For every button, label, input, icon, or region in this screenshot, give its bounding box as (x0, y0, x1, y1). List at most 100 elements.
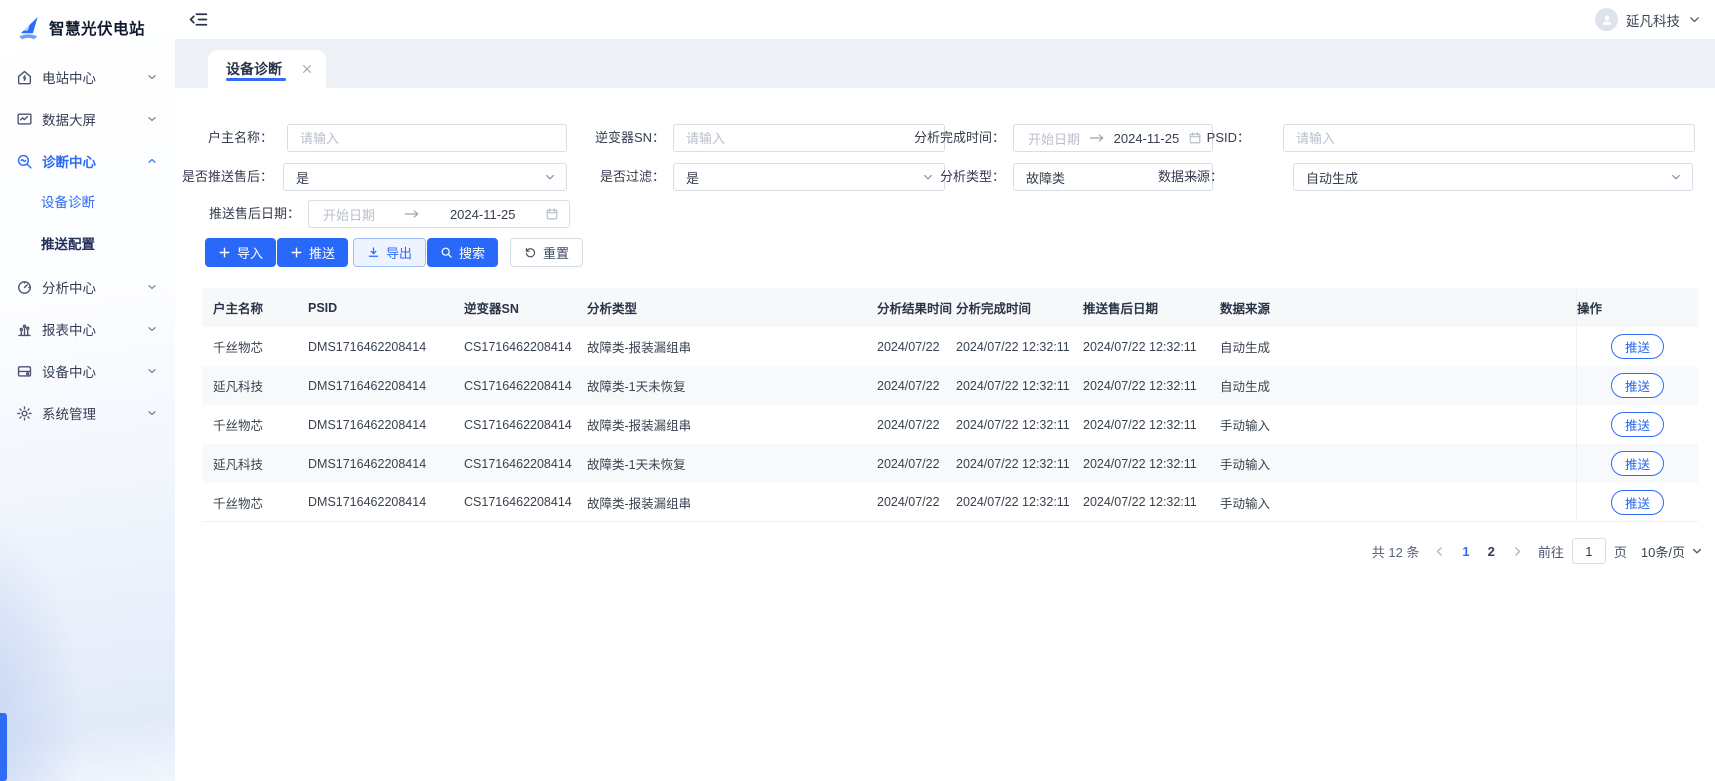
diagnosis-table: 户主名称 PSID 逆变器SN 分析类型 分析结果时间 分析完成时间 推送售后日… (202, 288, 1698, 522)
export-label: 导出 (386, 243, 412, 262)
cell-owner: 延凡科技 (202, 444, 308, 483)
push-aftersales-select[interactable]: 是 (283, 163, 567, 191)
sidebar-item-label: 报表中心 (42, 319, 96, 339)
prev-page-icon[interactable] (1433, 545, 1446, 558)
page-number-1[interactable]: 1 (1460, 544, 1471, 559)
tab-active-underline (226, 78, 286, 81)
inverter-sn-label: 逆变器SN： (555, 124, 665, 152)
sidebar-scrollbar[interactable] (0, 713, 7, 781)
sidebar-item-label: 分析中心 (42, 277, 96, 297)
sidebar: 智慧光伏电站 电站中心 数据大屏 (0, 0, 175, 781)
cell-result-time: 2024/07/22 (877, 405, 956, 444)
sidebar-nav: 电站中心 数据大屏 诊断中心 (0, 43, 175, 434)
cell-owner: 延凡科技 (202, 366, 308, 405)
sidebar-subitem-device-diagnosis[interactable]: 设备诊断 (0, 182, 175, 224)
tab-strip: 设备诊断 (175, 39, 1715, 88)
chevron-down-icon (1688, 13, 1701, 26)
search-label: 搜索 (459, 243, 485, 262)
import-button[interactable]: 导入 (205, 238, 276, 267)
push-button[interactable]: 推送 (277, 238, 348, 267)
sidebar-item-data-screen[interactable]: 数据大屏 (0, 98, 175, 140)
export-button[interactable]: 导出 (353, 238, 426, 267)
row-push-button[interactable]: 推送 (1611, 373, 1664, 398)
cell-source: 手动输入 (1220, 444, 1576, 483)
table-row: 千丝物芯 DMS1716462208414 CS1716462208414 故障… (202, 483, 1698, 522)
push-date-label: 推送售后日期： (193, 200, 300, 228)
brand-title: 智慧光伏电站 (49, 17, 145, 39)
psid-input[interactable] (1284, 125, 1694, 151)
table-row: 千丝物芯 DMS1716462208414 CS1716462208414 故障… (202, 327, 1698, 366)
range-arrow-icon (404, 208, 420, 220)
cell-result-time: 2024/07/22 (877, 483, 956, 522)
psid-label: PSID： (1160, 124, 1250, 152)
reset-icon (524, 246, 537, 259)
screen-icon (16, 111, 33, 128)
tab-device-diagnosis[interactable]: 设备诊断 (208, 50, 326, 88)
collapse-menu-icon[interactable] (188, 9, 209, 30)
page-number-2[interactable]: 2 (1486, 544, 1497, 559)
cell-owner: 千丝物芯 (202, 405, 308, 444)
page-size-value: 10条/页 (1641, 542, 1685, 561)
goto-page-input[interactable] (1572, 538, 1606, 564)
owner-name-field (287, 124, 567, 152)
cell-complete-time: 2024/07/22 12:32:11 (956, 483, 1083, 522)
reset-button[interactable]: 重置 (510, 238, 583, 267)
cell-push-date: 2024/07/22 12:32:11 (1083, 405, 1220, 444)
sidebar-item-device-center[interactable]: 设备中心 (0, 350, 175, 392)
sidebar-item-report-center[interactable]: 报表中心 (0, 308, 175, 350)
tab-label: 设备诊断 (226, 59, 282, 79)
chevron-down-icon (1691, 545, 1703, 557)
cell-push-date: 2024/07/22 12:32:11 (1083, 444, 1220, 483)
close-icon[interactable] (301, 63, 313, 75)
cell-result-time: 2024/07/22 (877, 366, 956, 405)
row-push-button[interactable]: 推送 (1611, 334, 1664, 359)
sidebar-item-station-center[interactable]: 电站中心 (0, 56, 175, 98)
row-push-button[interactable]: 推送 (1611, 412, 1664, 437)
cell-push-date: 2024/07/22 12:32:11 (1083, 483, 1220, 522)
cell-sn: CS1716462208414 (464, 444, 587, 483)
sidebar-subitem-push-config[interactable]: 推送配置 (0, 224, 175, 266)
app-root: 智慧光伏电站 电站中心 数据大屏 (0, 0, 1715, 781)
col-complete-time: 分析完成时间 (956, 288, 1083, 327)
row-push-button[interactable]: 推送 (1611, 451, 1664, 476)
brand-logo: 智慧光伏电站 (0, 0, 175, 43)
pagination-total: 共 12 条 (1372, 542, 1420, 561)
chevron-down-icon (146, 281, 158, 293)
range-end-value: 2024-11-25 (450, 207, 516, 222)
sidebar-item-system-management[interactable]: 系统管理 (0, 392, 175, 434)
cell-type: 故障类-报装漏组串 (587, 405, 877, 444)
search-button[interactable]: 搜索 (427, 238, 498, 267)
chevron-down-icon (146, 323, 158, 335)
select-value: 自动生成 (1306, 168, 1358, 187)
page-content: 户主名称： 逆变器SN： 分析完成时间： 开始日期 2024-11-25 PSI… (175, 88, 1715, 781)
reset-label: 重置 (543, 243, 569, 262)
user-icon (1600, 13, 1614, 27)
cell-complete-time: 2024/07/22 12:32:11 (956, 405, 1083, 444)
cell-sn: CS1716462208414 (464, 483, 587, 522)
next-page-icon[interactable] (1511, 545, 1524, 558)
cell-psid: DMS1716462208414 (308, 444, 464, 483)
cell-owner: 千丝物芯 (202, 483, 308, 522)
col-data-source: 数据来源 (1220, 288, 1576, 327)
sidebar-item-diagnosis-center[interactable]: 诊断中心 (0, 140, 175, 182)
user-menu[interactable]: 延凡科技 (1595, 8, 1701, 31)
avatar (1595, 8, 1618, 31)
download-icon (367, 246, 380, 259)
cell-push-date: 2024/07/22 12:32:11 (1083, 366, 1220, 405)
calendar-icon (545, 207, 559, 221)
page-size-select[interactable]: 10条/页 (1641, 542, 1703, 561)
analysis-type-label: 分析类型： (871, 163, 1005, 191)
table-row: 千丝物芯 DMS1716462208414 CS1716462208414 故障… (202, 405, 1698, 444)
cell-psid: DMS1716462208414 (308, 483, 464, 522)
owner-name-input[interactable] (288, 125, 566, 151)
row-push-button[interactable]: 推送 (1611, 490, 1664, 515)
chevron-down-icon (146, 407, 158, 419)
select-value: 故障类 (1026, 168, 1065, 187)
col-owner-name: 户主名称 (202, 288, 308, 327)
data-source-select[interactable]: 自动生成 (1293, 163, 1693, 191)
sidebar-item-label: 诊断中心 (42, 151, 96, 171)
col-result-time: 分析结果时间 (877, 288, 956, 327)
sidebar-item-analysis-center[interactable]: 分析中心 (0, 266, 175, 308)
pagination: 共 12 条 1 2 前往 页 10条/页 (1372, 536, 1703, 566)
push-date-range[interactable]: 开始日期 2024-11-25 (308, 200, 570, 228)
